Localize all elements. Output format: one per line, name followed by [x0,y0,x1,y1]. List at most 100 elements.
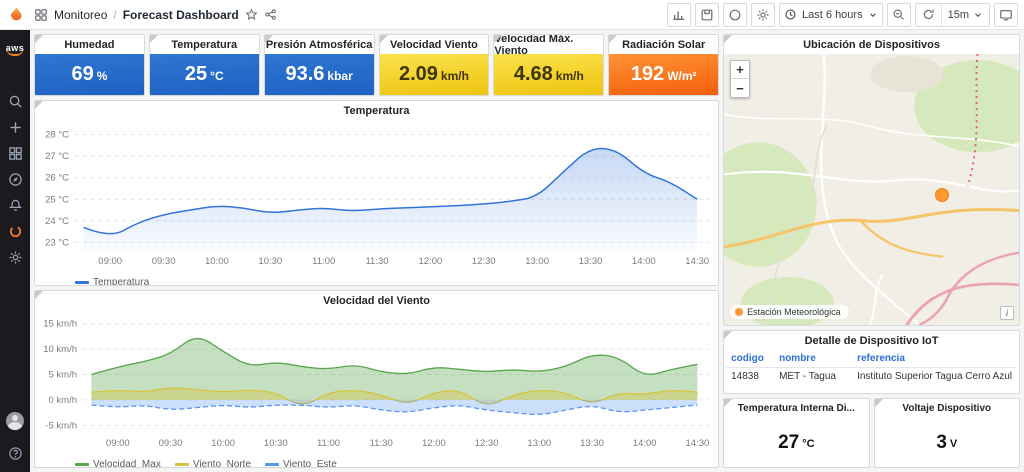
svg-text:27 °C: 27 °C [45,151,69,162]
map-attribution-button[interactable]: i [1000,306,1014,320]
bar-chart-icon [673,11,685,20]
stat-value: 192 W/m² [609,54,719,95]
tv-mode-button[interactable] [994,2,1018,27]
refresh-icon [923,9,934,20]
panel-title[interactable]: Presión Atmosférica [265,35,374,54]
panel-title[interactable]: Radiación Solar [609,35,718,54]
svg-text:09:30: 09:30 [152,256,176,267]
svg-text:10:30: 10:30 [258,256,282,267]
avatar [6,412,24,430]
map-legend: Estación Meteorológica [730,305,849,319]
svg-text:09:00: 09:00 [106,438,130,449]
panel-title[interactable]: Humedad [35,35,144,54]
grafana-flame-icon [10,6,22,20]
temperature-chart[interactable]: 23 °C 24 °C 25 °C 26 °C 27 °C 28 °C 09:00 09:30… [35,120,718,274]
legend-item[interactable]: Temperatura [75,277,149,285]
refresh-button[interactable] [916,4,941,26]
table-header-referencia[interactable]: referencia [852,350,1017,367]
sidebar-item-create[interactable] [2,114,28,140]
sidebar-item-search[interactable] [2,88,28,114]
table-cell: MET - Tagua [779,371,836,382]
grafana-logo[interactable] [0,0,30,30]
refresh-controls: 15m [914,2,990,27]
svg-text:13:30: 13:30 [580,438,604,449]
legend-item[interactable]: Velocidad_Max [75,459,161,467]
stat-value: 27 °C [778,431,815,453]
sidebar-item-aws[interactable]: aws [2,36,28,62]
panel-title[interactable]: Detalle de Dispositivo IoT [724,331,1019,350]
time-range-picker[interactable]: Last 6 hours [779,2,883,27]
user-avatar[interactable] [2,408,28,434]
star-icon[interactable] [245,8,258,21]
wind-chart-legend: Velocidad_Max Viento_Norte Viento_Este [35,456,718,467]
map-tiles [724,54,1019,325]
svg-text:11:00: 11:00 [317,438,340,449]
legend-item[interactable]: Viento_Este [265,459,337,467]
svg-text:15 km/h: 15 km/h [43,319,77,330]
analytics-button[interactable] [667,2,692,27]
table-header-codigo[interactable]: codigo [726,350,774,367]
svg-text:12:30: 12:30 [475,438,499,449]
zoom-out-button[interactable] [886,2,911,27]
breadcrumb-app[interactable]: Monitoreo [54,8,107,22]
sidebar-item-help[interactable] [2,440,28,466]
panel-title[interactable]: Velocidad del Viento [35,291,718,310]
compass-icon [8,172,22,186]
toolbar-actions: Last 6 hours 15m [667,2,1024,27]
svg-text:28 °C: 28 °C [45,130,69,141]
dashboard-settings-button[interactable] [751,2,776,27]
stat-value: 69% [35,54,144,95]
map-canvas[interactable]: + − Estación Meteorológica i [724,54,1019,325]
panel-title[interactable]: Temperatura Interna Di... [724,399,868,418]
table-header-nombre[interactable]: nombre [774,350,852,367]
legend-swatch [75,462,89,466]
map-legend-label: Estación Meteorológica [747,307,841,317]
svg-text:13:00: 13:00 [527,438,551,449]
map-zoom-in-button[interactable]: + [731,61,750,79]
small-stat-panel-0: Temperatura Interna Di... 27 °C [723,398,870,468]
panel-info-corner [264,35,273,43]
stat-panel-0: Humedad 69% [34,34,145,96]
dashboards-grid-icon [8,146,22,160]
svg-text:09:00: 09:00 [98,256,122,267]
dashboard-insights-button[interactable] [723,2,748,27]
station-dot-icon [735,308,744,316]
refresh-interval-dropdown[interactable]: 15m [940,3,989,26]
panel-title[interactable]: Temperatura [35,101,718,120]
share-icon[interactable] [264,8,277,21]
panel-title[interactable]: Temperatura [150,35,259,54]
panel-title[interactable]: Ubicación de Dispositivos [724,35,1019,54]
panel-info-corner [724,35,733,43]
device-location-marker[interactable] [935,187,950,202]
device-detail-panel: Detalle de Dispositivo IoT codigo nombre r… [723,330,1020,394]
legend-swatch [75,280,89,284]
svg-text:11:30: 11:30 [370,438,393,449]
save-dashboard-button[interactable] [695,2,720,27]
sidebar-item-grafana-plugin[interactable] [2,218,28,244]
orange-ring-icon [9,225,21,237]
stat-panel-3: Velocidad Viento 2.09 km/h [378,34,490,96]
panel-info-corner [149,35,158,43]
panel-info-corner [379,35,388,43]
breadcrumb-page-title[interactable]: Forecast Dashboard [123,8,239,22]
time-range-label: Last 6 hours [802,8,863,21]
svg-text:09:30: 09:30 [159,438,183,449]
wind-chart[interactable]: -5 km/h 0 km/h 5 km/h 10 km/h 15 km/h 09:00 09… [35,310,718,456]
legend-item[interactable]: Viento_Norte [174,459,251,467]
sidebar-item-dashboards[interactable] [2,140,28,166]
top-navigation-bar: Monitoreo / Forecast Dashboard Last 6 ho… [0,0,1024,30]
svg-text:11:30: 11:30 [365,256,388,267]
refresh-interval-label: 15m [947,8,969,21]
panel-title[interactable]: Velocidad Viento [380,35,489,54]
sidebar-item-alerting[interactable] [2,192,28,218]
panel-info-corner [609,35,618,43]
panel-title[interactable]: Velocidad Máx. Viento [494,35,603,57]
zoom-out-icon [893,9,904,20]
stat-value: 93.6 kbar [264,54,374,95]
panel-title[interactable]: Voltaje Dispositivo [875,399,1019,418]
table-row: 14838 MET - Tagua Instituto Superior Tagua… [726,368,1017,385]
map-zoom-out-button[interactable]: − [731,79,750,97]
help-icon [8,446,22,460]
sidebar-item-explore[interactable] [2,166,28,192]
sidebar-item-admin[interactable] [2,244,28,270]
